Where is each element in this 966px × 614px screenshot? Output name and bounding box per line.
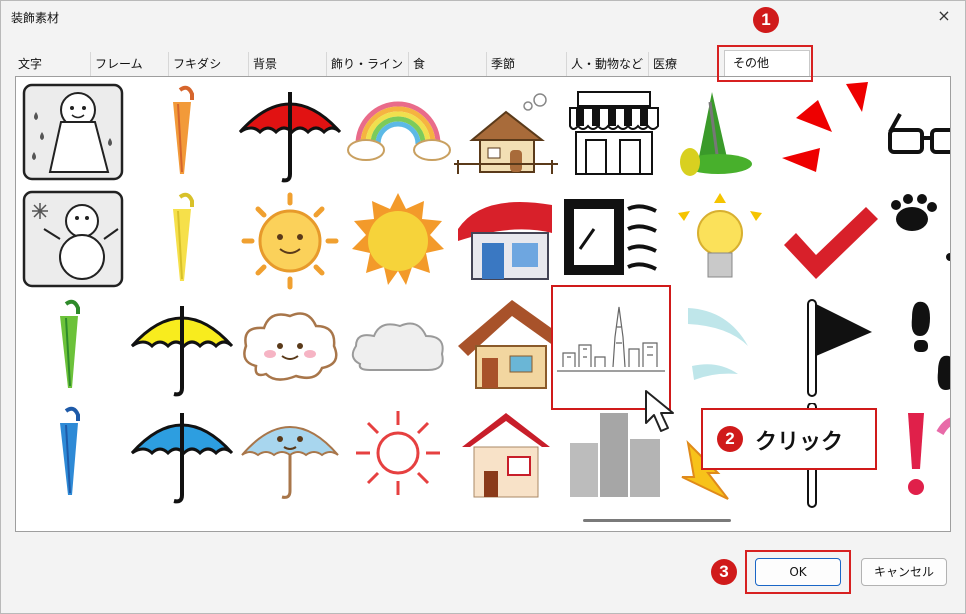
- paw-prints-thumbnail[interactable]: [884, 189, 950, 294]
- ok-button[interactable]: OK: [755, 558, 841, 586]
- step-2-badge: 2: [717, 426, 743, 452]
- sun-lines-thumbnail[interactable]: [344, 403, 452, 508]
- blue-umbrella-thumbnail[interactable]: [128, 403, 236, 508]
- step-1-badge: 1: [753, 7, 779, 33]
- cloud-face-thumbnail[interactable]: [236, 296, 344, 401]
- orange-umbrella-closed-thumbnail[interactable]: [128, 82, 236, 187]
- shop-thumbnail[interactable]: [560, 82, 668, 187]
- window-wind-thumbnail[interactable]: [560, 189, 668, 294]
- decoration-material-dialog: 装飾素材 × 文字 フレーム フキダシ 背景 飾り・ライン 食 季節 人・動物な…: [0, 0, 966, 614]
- tab-background[interactable]: 背景: [248, 52, 326, 76]
- tab-food[interactable]: 食: [408, 52, 486, 76]
- tab-speech-bubble[interactable]: フキダシ: [168, 52, 248, 76]
- glasses-thumbnail[interactable]: [884, 82, 950, 187]
- gray-cloud-thumbnail[interactable]: [344, 296, 452, 401]
- close-icon[interactable]: ×: [933, 5, 955, 27]
- snowman-thumbnail[interactable]: [20, 189, 128, 294]
- green-umbrella-closed-thumbnail[interactable]: [20, 296, 128, 401]
- tab-season[interactable]: 季節: [486, 52, 566, 76]
- red-roof-house-thumbnail[interactable]: [452, 403, 560, 508]
- dialog-title: 装飾素材: [11, 11, 60, 25]
- tab-highlight-box: [717, 45, 813, 82]
- footprints-thumbnail[interactable]: [884, 296, 950, 401]
- red-umbrella-thumbnail[interactable]: [236, 82, 344, 187]
- tab-decoration-line[interactable]: 飾り・ライン: [326, 52, 408, 76]
- tab-text[interactable]: 文字: [14, 52, 90, 76]
- horizontal-scrollbar[interactable]: [583, 519, 731, 522]
- blue-umbrella-closed-thumbnail[interactable]: [20, 403, 128, 508]
- tab-frame[interactable]: フレーム: [90, 52, 168, 76]
- light-bulb-thumbnail[interactable]: [668, 189, 776, 294]
- step-3-badge: 3: [711, 559, 737, 585]
- red-roof-shop-thumbnail[interactable]: [452, 189, 560, 294]
- exclamation-thumbnail[interactable]: [884, 403, 950, 508]
- tower-park-thumbnail[interactable]: [668, 82, 776, 187]
- teru-teru-bozu-rain-thumbnail[interactable]: [20, 82, 128, 187]
- black-flag-thumbnail[interactable]: [776, 296, 884, 401]
- yellow-umbrella-closed-thumbnail[interactable]: [128, 189, 236, 294]
- tab-medical[interactable]: 医療: [648, 52, 720, 76]
- wind-swoosh-thumbnail[interactable]: [668, 296, 776, 401]
- red-emphasis-lines-thumbnail[interactable]: [776, 82, 884, 187]
- sun-face-thumbnail[interactable]: [236, 189, 344, 294]
- tab-people-animals[interactable]: 人・動物など: [566, 52, 648, 76]
- house-with-chimney-thumbnail[interactable]: [452, 82, 560, 187]
- brown-roof-house-thumbnail[interactable]: [452, 296, 560, 401]
- rainbow-thumbnail[interactable]: [344, 82, 452, 187]
- sun-thumbnail[interactable]: [344, 189, 452, 294]
- yellow-umbrella-thumbnail[interactable]: [128, 296, 236, 401]
- click-label: クリック: [755, 430, 844, 455]
- mouse-cursor-icon: [643, 389, 681, 433]
- umbrella-face-thumbnail[interactable]: [236, 403, 344, 508]
- cancel-button[interactable]: キャンセル: [861, 558, 947, 586]
- red-check-mark-thumbnail[interactable]: [776, 189, 884, 294]
- click-callout: 2 クリック: [701, 408, 877, 470]
